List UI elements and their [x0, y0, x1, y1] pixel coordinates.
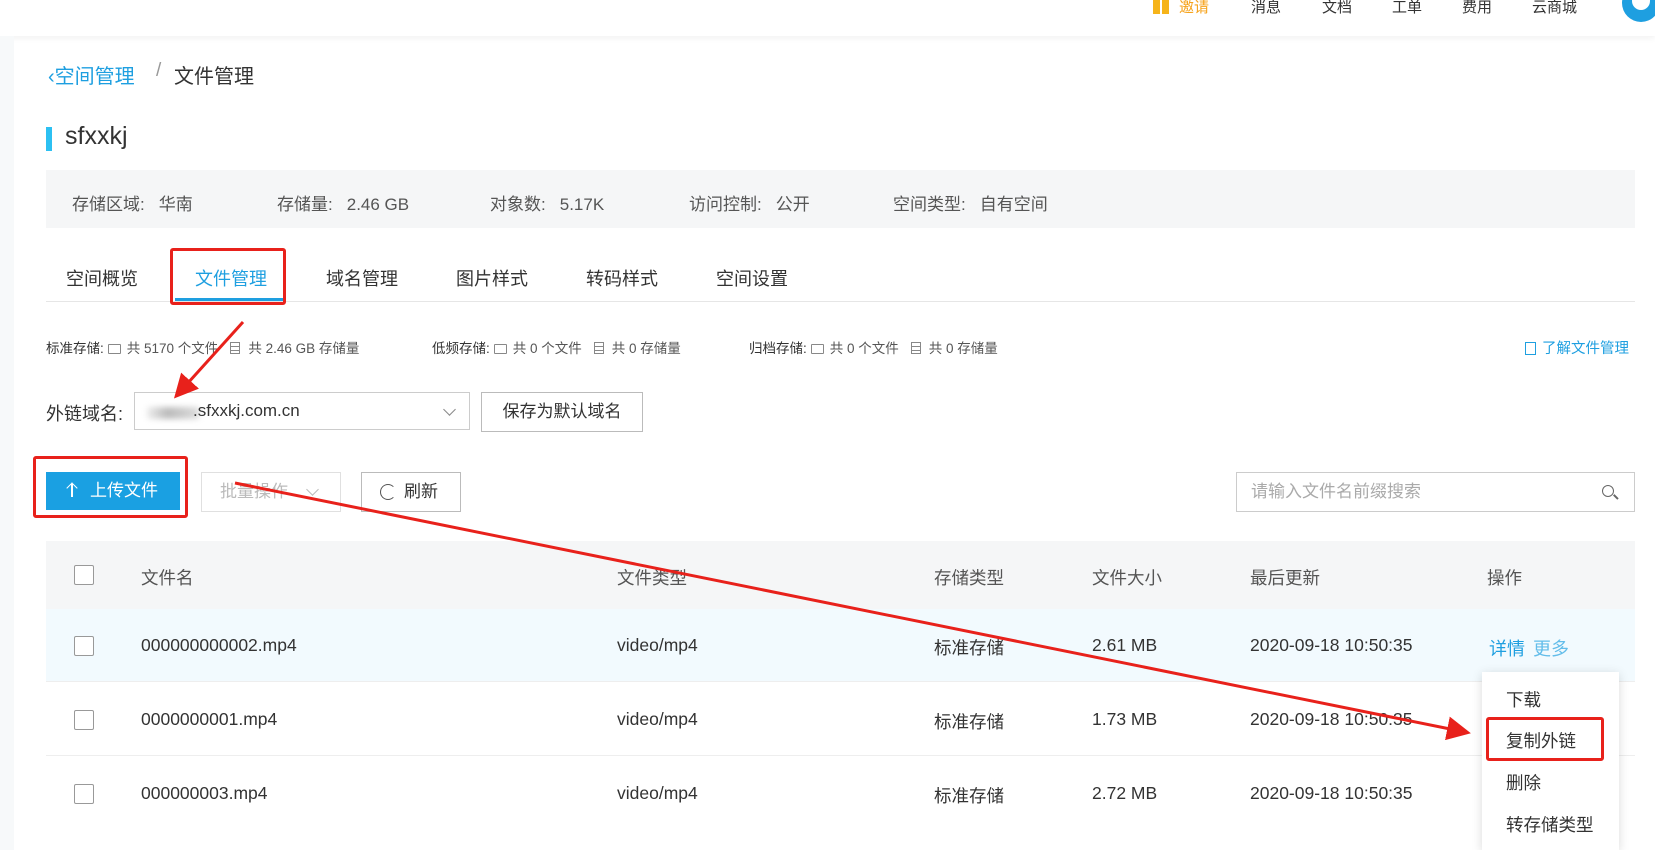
annotation-arrow-copy-link — [234, 481, 1471, 741]
annotation-arrow-domain — [173, 320, 245, 399]
annotation-arrows — [173, 320, 1471, 741]
